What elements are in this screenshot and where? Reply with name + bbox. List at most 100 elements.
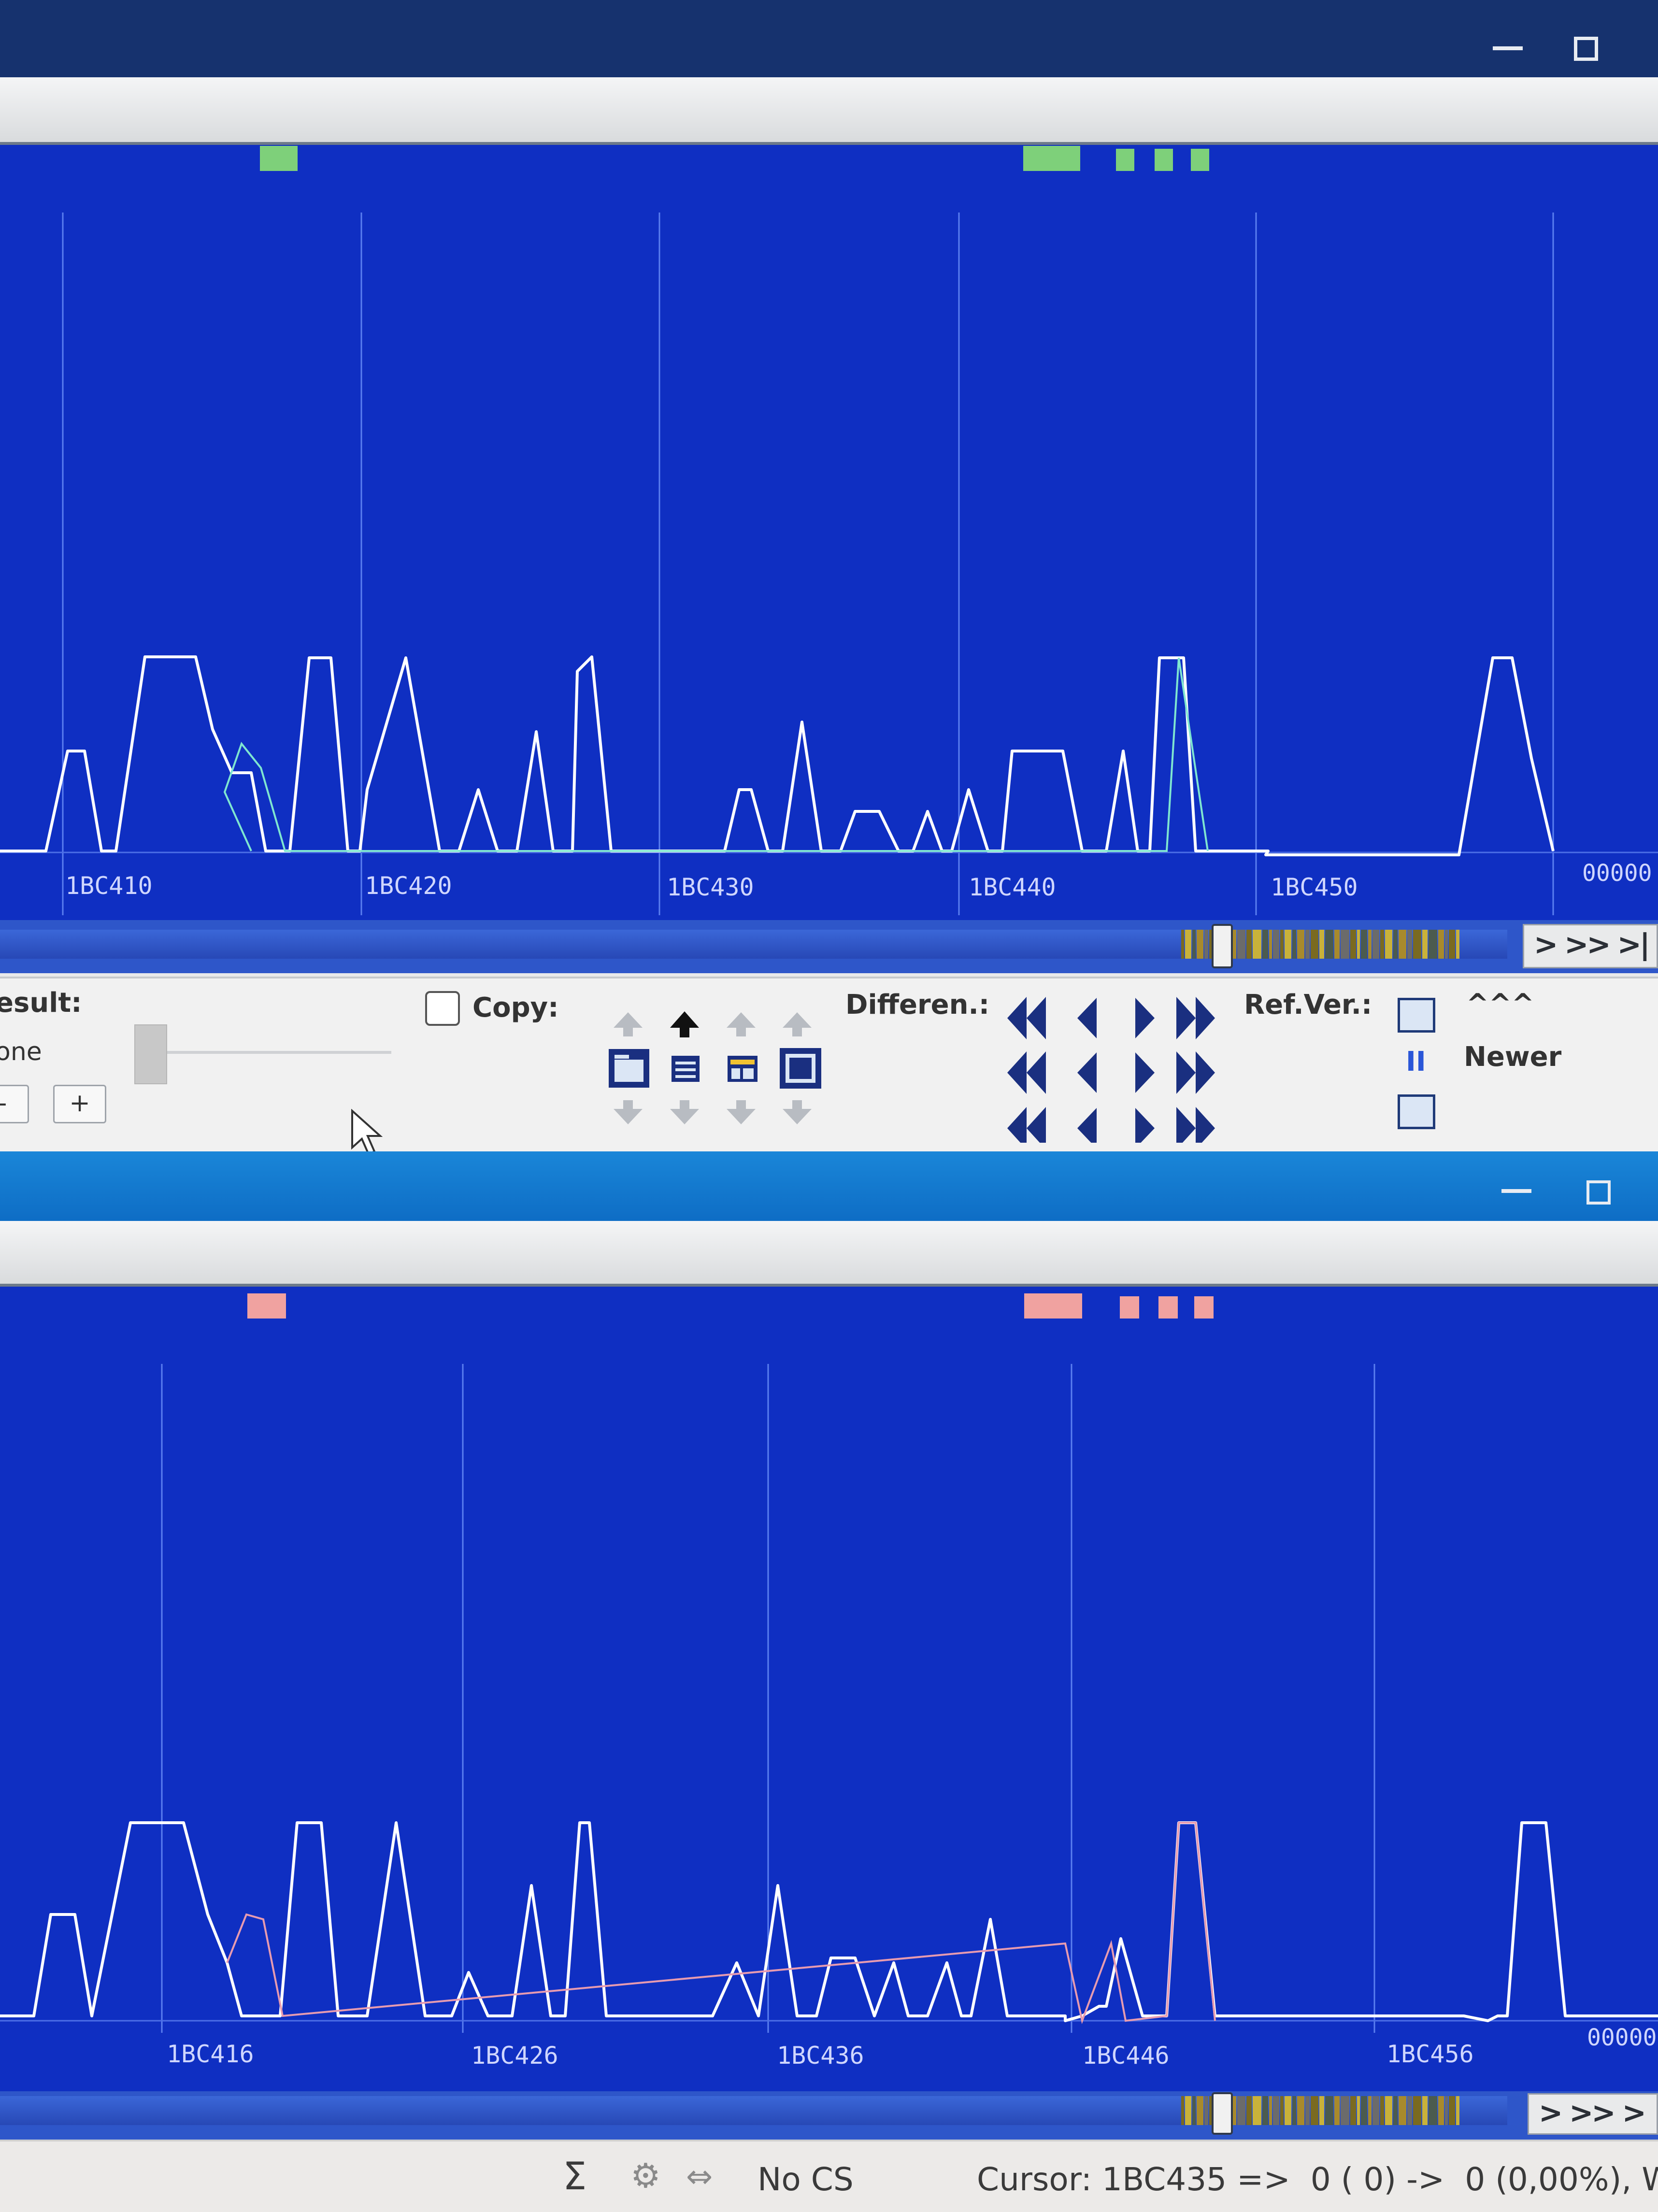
density-mark (1273, 2096, 1279, 2125)
result-slider-thumb[interactable] (134, 1024, 167, 1084)
density-mark (1246, 930, 1252, 959)
top-plot-area[interactable]: 1BC410 1BC420 1BC430 1BC440 1BC450 00000 (0, 145, 1658, 920)
difference-marker (1158, 1296, 1178, 1319)
sigma-icon[interactable]: Σ (563, 2155, 586, 2198)
density-mark (1204, 930, 1208, 959)
density-mark (1292, 930, 1296, 959)
density-mark (1372, 930, 1379, 959)
density-mark (1297, 930, 1304, 959)
pause-icon[interactable]: II (1406, 1046, 1426, 1078)
waveform-line (0, 655, 1555, 856)
density-mark (1413, 2096, 1421, 2125)
density-mark (1305, 930, 1310, 959)
maximize-button[interactable] (1574, 37, 1598, 61)
next-difference-icon (1135, 1108, 1155, 1143)
address-label: 1BC410 (65, 872, 153, 900)
newer-label[interactable]: Newer (1464, 1041, 1561, 1073)
first-difference-icon (1007, 997, 1027, 1039)
cs-status: No CS (758, 2161, 854, 2198)
differences-label: Differen.: (845, 989, 990, 1021)
density-mark (1399, 930, 1406, 959)
density-mark (1456, 930, 1459, 959)
address-label: 1BC450 (1271, 873, 1358, 901)
previous-difference-icon (1077, 998, 1097, 1038)
difference-marker (1155, 149, 1173, 171)
scroll-nav-buttons[interactable]: > >> >| (1523, 924, 1658, 968)
density-mark (1385, 930, 1392, 959)
address-label: 1BC420 (365, 872, 452, 900)
first-difference-icon (1007, 1051, 1027, 1094)
copy-label: Copy: (472, 992, 559, 1023)
minus-button[interactable]: - (0, 1085, 29, 1123)
maximize-button[interactable] (1587, 1180, 1611, 1205)
density-mark (1334, 2096, 1340, 2125)
density-mark (1438, 930, 1444, 959)
density-mark (1269, 2096, 1272, 2125)
density-mark (1269, 930, 1272, 959)
density-mark (1449, 930, 1455, 959)
gear-icon[interactable]: ⚙ (630, 2156, 661, 2196)
density-mark (1325, 930, 1333, 959)
result-slider-track[interactable] (140, 1051, 391, 1054)
density-mark (1368, 2096, 1372, 2125)
down-arrow-icon (614, 1100, 643, 1124)
density-mark (1438, 2096, 1444, 2125)
density-mark (1357, 2096, 1360, 2125)
density-strip (1181, 930, 1459, 959)
scroll-nav-buttons[interactable]: > >> > (1528, 2093, 1658, 2135)
address-label: 1BC430 (667, 873, 754, 901)
density-mark (1311, 2096, 1318, 2125)
density-mark (1325, 2096, 1333, 2125)
density-mark (1350, 2096, 1356, 2125)
status-bar: Σ ⚙ ⇔ No CS Cursor: 1BC435 => 0 ( 0) -> … (0, 2140, 1658, 2212)
difference-marker (1120, 1296, 1139, 1319)
refver-label: Ref.Ver.: (1244, 989, 1372, 1021)
last-difference-icon (1176, 1107, 1196, 1143)
density-mark (1262, 2096, 1268, 2125)
density-mark (1285, 2096, 1291, 2125)
bottom-scrollbar[interactable]: > >> > (0, 2091, 1658, 2140)
density-mark (1368, 930, 1372, 959)
density-mark (1181, 2096, 1184, 2125)
plus-button[interactable]: + (53, 1085, 106, 1123)
scroll-thumb[interactable] (1212, 2092, 1233, 2135)
minimize-button[interactable] (1493, 46, 1523, 50)
difference-navigator[interactable] (1005, 983, 1237, 1143)
refver-window-icon[interactable] (1398, 998, 1435, 1033)
corner-counter: 00000 (1582, 860, 1652, 887)
density-mark (1357, 930, 1360, 959)
density-mark (1297, 2096, 1304, 2125)
overlay-waveform (223, 657, 1209, 852)
swap-arrows-icon[interactable]: ⇔ (686, 2158, 713, 2195)
address-label: 1BC426 (471, 2042, 558, 2070)
result-value: one (0, 1037, 42, 1066)
minimize-button[interactable] (1501, 1189, 1531, 1193)
density-mark (1380, 2096, 1384, 2125)
copy-checkbox[interactable] (425, 991, 460, 1026)
density-mark (1341, 930, 1349, 959)
difference-marker (1191, 149, 1209, 171)
copy-arrow-grid[interactable] (604, 983, 874, 1148)
density-mark (1280, 930, 1284, 959)
density-mark (1319, 930, 1324, 959)
density-mark (1319, 2096, 1324, 2125)
top-scrollbar[interactable]: > >> >| (0, 920, 1658, 973)
difference-marker (1023, 146, 1080, 171)
density-mark (1262, 930, 1268, 959)
density-mark (1253, 930, 1261, 959)
cursor-readout: Cursor: 1BC435 => 0 ( 0) -> 0 (0,00%), W… (977, 2161, 1658, 2198)
scroll-thumb[interactable] (1212, 924, 1233, 968)
density-mark (1445, 930, 1448, 959)
density-mark (1305, 2096, 1310, 2125)
density-mark (1204, 2096, 1208, 2125)
next-difference-icon (1135, 1052, 1155, 1093)
density-mark (1413, 930, 1421, 959)
bottom-plot-area[interactable]: 1BC416 1BC426 1BC436 1BC446 1BC456 00000 (0, 1287, 1658, 2093)
density-mark (1456, 2096, 1459, 2125)
density-mark (1445, 2096, 1448, 2125)
up-arrow-icon (727, 1012, 756, 1036)
refver-window-icon[interactable] (1398, 1094, 1435, 1129)
density-mark (1185, 2096, 1191, 2125)
caret-label[interactable]: ^^^ (1466, 988, 1534, 1020)
down-arrow-icon (727, 1100, 756, 1124)
